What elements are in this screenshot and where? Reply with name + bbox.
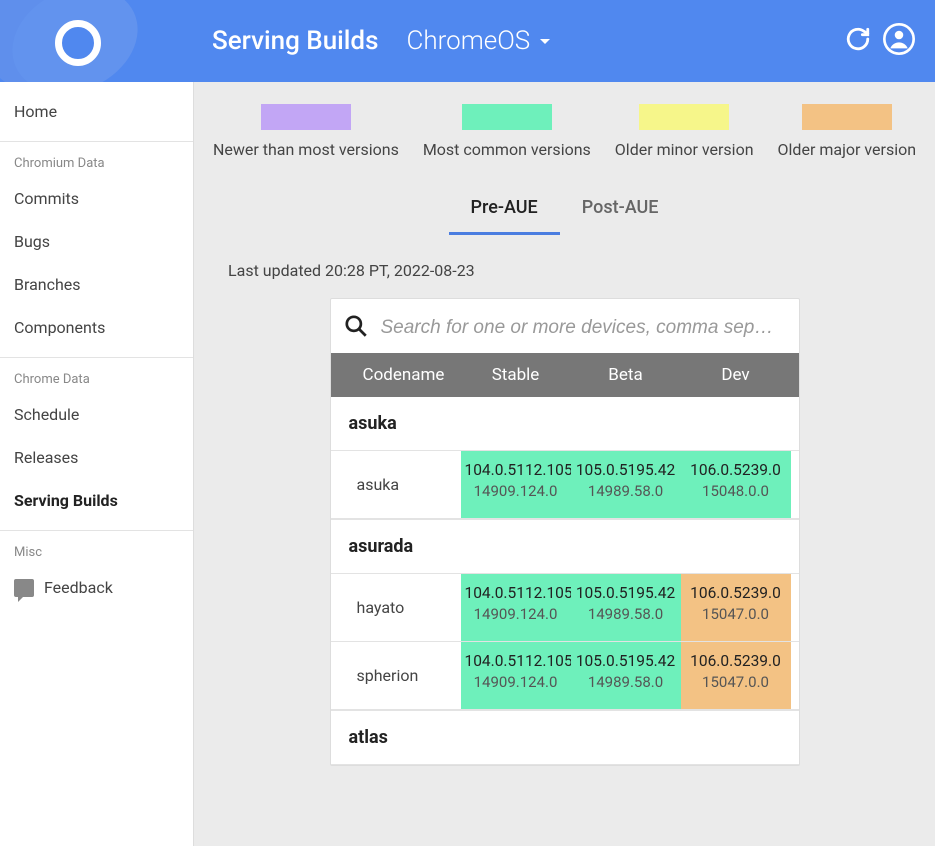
main-content: Newer than most versions Most common vers… — [194, 82, 935, 846]
platform-version: 14909.124.0 — [465, 605, 567, 623]
platform-dropdown[interactable]: ChromeOS — [396, 20, 560, 62]
dev-cell[interactable]: 106.0.5239.0 15048.0.0 — [681, 451, 791, 518]
legend: Newer than most versionsMost common vers… — [224, 104, 905, 159]
stable-cell[interactable]: 104.0.5112.105 14909.124.0 — [461, 451, 571, 518]
chrome-version: 105.0.5195.42 — [575, 461, 677, 479]
table-row: asuka104.0.5112.10514909.124.0105.0.5195… — [331, 451, 799, 519]
chevron-down-icon — [540, 39, 550, 44]
stable-cell[interactable]: 104.0.5112.105 14909.124.0 — [461, 642, 571, 709]
legend-item-older-major-version: Older major version — [778, 104, 917, 159]
sidebar-item-serving-builds[interactable]: Serving Builds — [0, 479, 193, 522]
dev-cell[interactable]: 106.0.5239.0 15047.0.0 — [681, 574, 791, 641]
aue-tabs: Pre-AUE Post-AUE — [224, 183, 905, 235]
tab-post-aue[interactable]: Post-AUE — [560, 183, 681, 235]
platform-version: 15047.0.0 — [685, 673, 787, 691]
platform-version: 14909.124.0 — [465, 482, 567, 500]
platform-version: 15048.0.0 — [685, 482, 787, 500]
sidebar-item-schedule[interactable]: Schedule — [0, 393, 193, 436]
chrome-version: 106.0.5239.0 — [685, 584, 787, 602]
sidebar-section-chrome: Chrome Data — [0, 357, 193, 393]
group-header[interactable]: asurada — [331, 519, 799, 574]
codename-cell: spherion — [331, 642, 461, 709]
feedback-icon — [14, 579, 34, 597]
legend-item-newer-than-most-versions: Newer than most versions — [213, 104, 399, 159]
table-row: spherion104.0.5112.10514909.124.0105.0.5… — [331, 642, 799, 710]
sidebar-item-branches[interactable]: Branches — [0, 263, 193, 306]
page-title: Serving Builds — [212, 26, 378, 56]
chrome-version: 105.0.5195.42 — [575, 584, 677, 602]
chrome-version: 104.0.5112.105 — [465, 461, 567, 479]
codename-cell: hayato — [331, 574, 461, 641]
platform-version: 15047.0.0 — [685, 605, 787, 623]
search-row — [331, 299, 799, 353]
feedback-label: Feedback — [44, 578, 113, 597]
sidebar-section-chromium: Chromium Data — [0, 141, 193, 177]
platform-version: 14989.58.0 — [575, 482, 677, 500]
sidebar: Home Chromium Data CommitsBugsBranchesCo… — [0, 82, 194, 846]
beta-cell[interactable]: 105.0.5195.42 14989.58.0 — [571, 642, 681, 709]
col-codename[interactable]: Codename — [355, 353, 461, 397]
table-body[interactable]: asukaasuka104.0.5112.10514909.124.0105.0… — [331, 397, 799, 765]
stable-cell[interactable]: 104.0.5112.105 14909.124.0 — [461, 574, 571, 641]
platform-version: 14989.58.0 — [575, 605, 677, 623]
legend-swatch — [802, 104, 892, 130]
dev-cell[interactable]: 106.0.5239.0 15047.0.0 — [681, 642, 791, 709]
chrome-version: 106.0.5239.0 — [685, 652, 787, 670]
chrome-version: 104.0.5112.105 — [465, 584, 567, 602]
col-beta[interactable]: Beta — [571, 353, 681, 397]
sidebar-item-feedback[interactable]: Feedback — [0, 566, 193, 609]
chrome-version: 104.0.5112.105 — [465, 652, 567, 670]
platform-version: 14989.58.0 — [575, 673, 677, 691]
sidebar-section-misc: Misc — [0, 530, 193, 566]
sidebar-item-home[interactable]: Home — [0, 90, 193, 133]
legend-item-older-minor-version: Older minor version — [615, 104, 754, 159]
codename-cell: asuka — [331, 451, 461, 518]
group-header[interactable]: asuka — [331, 397, 799, 451]
col-dev[interactable]: Dev — [681, 353, 791, 397]
legend-label: Most common versions — [423, 140, 591, 159]
app-header: Serving Builds ChromeOS — [0, 0, 935, 82]
platform-version: 14909.124.0 — [465, 673, 567, 691]
chrome-version: 106.0.5239.0 — [685, 461, 787, 479]
legend-label: Older major version — [778, 140, 917, 159]
search-input[interactable] — [381, 317, 787, 339]
legend-label: Older minor version — [615, 140, 754, 159]
table-header: Codename Stable Beta Dev — [331, 353, 799, 397]
beta-cell[interactable]: 105.0.5195.42 14989.58.0 — [571, 451, 681, 518]
legend-swatch — [639, 104, 729, 130]
devices-table: Codename Stable Beta Dev asukaasuka104.0… — [330, 298, 800, 766]
beta-cell[interactable]: 105.0.5195.42 14989.58.0 — [571, 574, 681, 641]
table-row: hayato104.0.5112.10514909.124.0105.0.519… — [331, 574, 799, 642]
tab-pre-aue[interactable]: Pre-AUE — [449, 183, 560, 235]
refresh-icon[interactable] — [845, 26, 871, 56]
platform-dropdown-label: ChromeOS — [406, 26, 530, 56]
search-icon — [343, 313, 369, 343]
sidebar-item-releases[interactable]: Releases — [0, 436, 193, 479]
legend-label: Newer than most versions — [213, 140, 399, 159]
group-header[interactable]: atlas — [331, 710, 799, 765]
account-icon[interactable] — [883, 23, 915, 59]
sidebar-item-commits[interactable]: Commits — [0, 177, 193, 220]
sidebar-item-components[interactable]: Components — [0, 306, 193, 349]
app-logo — [0, 0, 160, 82]
legend-item-most-common-versions: Most common versions — [423, 104, 591, 159]
legend-swatch — [261, 104, 351, 130]
legend-swatch — [462, 104, 552, 130]
chrome-version: 105.0.5195.42 — [575, 652, 677, 670]
sidebar-item-bugs[interactable]: Bugs — [0, 220, 193, 263]
col-stable[interactable]: Stable — [461, 353, 571, 397]
last-updated: Last updated 20:28 PT, 2022-08-23 — [228, 261, 905, 280]
